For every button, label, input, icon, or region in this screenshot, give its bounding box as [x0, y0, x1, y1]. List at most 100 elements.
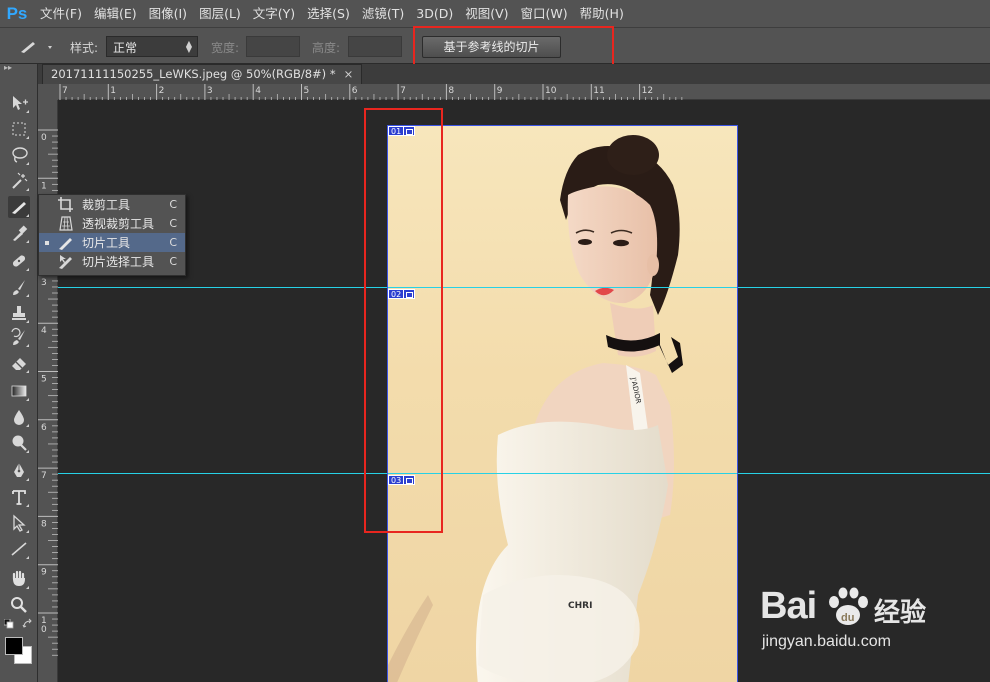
line-tool[interactable] [8, 538, 30, 560]
foreground-color-swatch[interactable] [5, 637, 23, 655]
eyedropper-tool[interactable] [8, 222, 30, 244]
clone-stamp-tool[interactable] [8, 302, 30, 324]
document-canvas[interactable]: J'ADIOR CHRI 01 02 03 [58, 100, 990, 682]
flyout-crop-tool[interactable]: 裁剪工具 C [39, 195, 185, 214]
style-value: 正常 [113, 41, 138, 55]
healing-brush-tool[interactable] [8, 250, 30, 272]
slice-border-left [387, 125, 388, 682]
vertical-ruler-ticks: 012345678910 [38, 129, 58, 656]
ruler-label: 9 [41, 568, 47, 578]
flyout-label: 切片工具 [82, 236, 131, 250]
history-brush-tool[interactable] [8, 326, 30, 348]
guide-line-1[interactable] [58, 287, 990, 288]
dodge-tool[interactable] [8, 432, 30, 454]
selected-bullet-icon [45, 240, 49, 245]
menu-filter[interactable]: 滤镜(T) [356, 0, 410, 27]
flyout-label: 裁剪工具 [82, 198, 131, 212]
swap-colors-icon[interactable] [22, 618, 34, 630]
slices-from-guides-button[interactable]: 基于参考线的切片 [422, 36, 561, 58]
slice-badge-01[interactable]: 01 [388, 126, 416, 136]
menu-file[interactable]: 文件(F) [34, 0, 88, 27]
hand-tool[interactable] [8, 568, 30, 590]
menu-type[interactable]: 文字(Y) [247, 0, 301, 27]
panel-grip[interactable]: ▸▸ [0, 64, 38, 74]
gradient-tool[interactable] [8, 380, 30, 402]
slice-tool-active[interactable] [8, 196, 30, 218]
crop-icon [58, 197, 73, 212]
menu-help[interactable]: 帮助(H) [574, 0, 630, 27]
slice-badge-02[interactable]: 02 [388, 289, 416, 299]
document-title: 20171111150255_LeWKS.jpeg @ 50%(RGB/8#) … [51, 67, 336, 81]
flyout-slice-select-tool[interactable]: 切片选择工具 C [39, 252, 185, 271]
slice-border-top [387, 125, 738, 126]
slice-border-right [737, 125, 738, 682]
marquee-tool[interactable] [8, 118, 30, 140]
document-tab[interactable]: 20171111150255_LeWKS.jpeg @ 50%(RGB/8#) … [42, 64, 363, 84]
menu-image[interactable]: 图像(I) [143, 0, 193, 27]
ruler-label: 5 [304, 86, 310, 96]
flyout-label: 透视裁剪工具 [82, 217, 155, 231]
magic-wand-tool[interactable] [8, 170, 30, 192]
flyout-perspective-crop-tool[interactable]: 透视裁剪工具 C [39, 214, 185, 233]
ruler-label: 8 [41, 519, 47, 529]
select-arrows-icon: ▲ ▼ [185, 39, 192, 54]
close-tab-icon[interactable]: × [344, 67, 354, 81]
menu-edit[interactable]: 编辑(E) [88, 0, 143, 27]
image-slice-icon [404, 289, 416, 299]
width-field[interactable] [246, 36, 300, 57]
menu-select[interactable]: 选择(S) [301, 0, 356, 27]
photoshop-window: Ps 文件(F) 编辑(E) 图像(I) 图层(L) 文字(Y) 选择(S) 滤… [0, 0, 990, 682]
height-field[interactable] [348, 36, 402, 57]
lasso-tool[interactable] [8, 144, 30, 166]
crop-slice-tool-flyout: 裁剪工具 C 透视裁剪工具 C 切片工具 C 切片选择工具 C [38, 194, 186, 276]
ruler-origin[interactable] [38, 84, 58, 100]
width-label: 宽度: [211, 41, 240, 55]
ruler-label: 0 [41, 133, 47, 143]
ruler-label: 7 [62, 86, 68, 96]
flyout-shortcut: C [169, 198, 177, 211]
document-tab-bar: 20171111150255_LeWKS.jpeg @ 50%(RGB/8#) … [38, 64, 990, 84]
eraser-tool[interactable] [8, 352, 30, 374]
flyout-shortcut: C [169, 217, 177, 230]
waist-text: CHRI [568, 601, 592, 611]
image-slice-icon [404, 126, 416, 136]
horizontal-ruler[interactable]: 7 1 2 3 4 5 6 7 8 9 10 11 12 [58, 84, 990, 100]
photo-image: J'ADIOR CHRI [388, 125, 737, 682]
ruler-label: 6 [352, 86, 358, 96]
flyout-shortcut: C [169, 255, 177, 268]
tool-preset-picker[interactable] [17, 37, 57, 57]
ruler-label: 12 [642, 86, 653, 96]
zoom-tool[interactable] [8, 594, 30, 616]
flyout-shortcut: C [169, 236, 177, 249]
move-tool[interactable] [8, 92, 30, 114]
slice-number: 01 [388, 126, 405, 136]
ruler-label: 5 [41, 375, 47, 385]
menu-window[interactable]: 窗口(W) [515, 0, 574, 27]
guide-line-2[interactable] [58, 473, 990, 474]
path-selection-tool[interactable] [8, 512, 30, 534]
height-label: 高度: [312, 41, 341, 55]
default-colors-icon[interactable] [3, 618, 14, 629]
ruler-label: 4 [41, 326, 47, 336]
menu-3d[interactable]: 3D(D) [410, 0, 459, 27]
style-label: 样式: [70, 41, 99, 55]
portrait-illustration: J'ADIOR CHRI [388, 135, 683, 682]
slice-icon [21, 42, 52, 53]
flyout-slice-tool[interactable]: 切片工具 C [39, 233, 185, 252]
slice-number: 02 [388, 289, 405, 299]
pen-tool[interactable] [8, 460, 30, 482]
blur-tool[interactable] [8, 406, 30, 428]
ruler-label: 7 [41, 471, 47, 481]
ruler-label: 0 [41, 625, 47, 635]
type-tool[interactable] [8, 486, 30, 508]
options-bar: 样式: 正常 ▲ ▼ 宽度: 高度: 基于参考线的切片 [0, 27, 990, 64]
menu-view[interactable]: 视图(V) [459, 0, 514, 27]
slice-badge-03[interactable]: 03 [388, 475, 416, 485]
ruler-label: 11 [593, 86, 604, 96]
vertical-ruler[interactable]: 012345678910 [38, 100, 58, 682]
style-select[interactable]: 正常 ▲ ▼ [106, 36, 198, 57]
ruler-label: 4 [255, 86, 261, 96]
brush-tool[interactable] [8, 276, 30, 298]
flyout-label: 切片选择工具 [82, 255, 155, 269]
menu-layer[interactable]: 图层(L) [193, 0, 247, 27]
